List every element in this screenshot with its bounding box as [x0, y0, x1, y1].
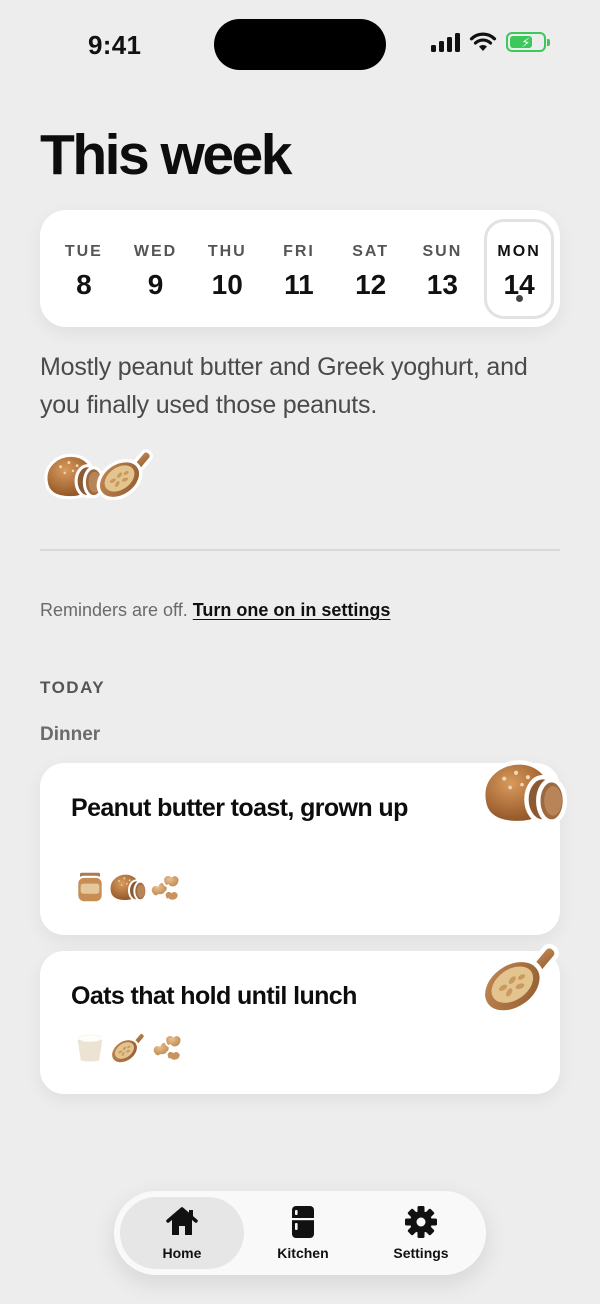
status-icons: ⚡: [431, 32, 550, 52]
tab-label: Home: [162, 1245, 202, 1261]
meal-title: Peanut butter toast, grown up: [71, 794, 408, 822]
today-dot-indicator: [515, 294, 523, 302]
today-section-label: TODAY: [40, 678, 106, 697]
cellular-signal-icon: [431, 32, 460, 52]
meal-card-peanut-butter-toast[interactable]: Peanut butter toast, grown up: [40, 763, 560, 935]
status-bar: 9:41 ⚡: [0, 0, 600, 90]
tab-home[interactable]: Home: [120, 1197, 244, 1269]
week-summary-text: Mostly peanut butter and Greek yoghurt, …: [40, 353, 528, 419]
bread-loaf-icon: [476, 755, 568, 829]
day-thu[interactable]: THU 10: [191, 219, 263, 319]
day-number: 10: [211, 268, 243, 300]
day-name: FRI: [283, 242, 315, 260]
day-fri[interactable]: FRI 11: [263, 219, 335, 319]
peanuts-icon: [149, 1030, 185, 1064]
bread-loaf-icon: [107, 870, 147, 904]
tab-settings[interactable]: Settings: [362, 1197, 480, 1269]
day-number: 11: [284, 268, 314, 300]
day-number: 13: [426, 268, 458, 300]
day-number: 12: [355, 268, 387, 300]
day-name: SUN: [422, 242, 463, 260]
day-number: 8: [76, 268, 92, 300]
day-name: SAT: [352, 242, 390, 260]
tab-kitchen[interactable]: Kitchen: [244, 1197, 362, 1269]
ingredient-icons: [73, 867, 183, 907]
status-time: 9:41: [88, 30, 142, 60]
reminder-text: Reminders are off.: [40, 600, 193, 620]
oats-scoop-icon: [92, 445, 158, 501]
wifi-icon: [469, 32, 497, 51]
day-sun[interactable]: SUN 13: [407, 219, 479, 319]
ingredient-icons: [73, 1027, 185, 1067]
meal-card-oats[interactable]: Oats that hold until lunch: [40, 951, 560, 1094]
oats-scoop-icon: [107, 1029, 149, 1065]
bottom-tab-bar: Home Kitchen Settings: [114, 1191, 486, 1275]
divider: [40, 549, 560, 551]
house-icon: [163, 1205, 201, 1239]
day-name: MON: [497, 242, 541, 260]
reminder-notice: Reminders are off. Turn one on in settin…: [40, 600, 390, 621]
peanut-butter-jar-icon: [73, 867, 107, 907]
day-number: 9: [147, 268, 164, 300]
dynamic-island: [214, 19, 386, 70]
meal-title: Oats that hold until lunch: [71, 982, 357, 1010]
day-name: TUE: [64, 242, 103, 260]
meal-type-label: Dinner: [40, 724, 101, 745]
day-sat[interactable]: SAT 12: [335, 219, 407, 319]
oats-scoop-icon: [474, 937, 566, 1017]
day-mon-selected[interactable]: MON 14: [484, 218, 554, 319]
summary-food-icons: [42, 450, 158, 502]
turn-on-reminders-link[interactable]: Turn one on in settings: [193, 600, 391, 620]
peanuts-icon: [147, 870, 183, 904]
week-day-selector: TUE 8 WED 9 THU 10 FRI 11 SAT 12 SUN 13 …: [40, 210, 560, 327]
page-title: This week: [40, 123, 292, 187]
tab-label: Kitchen: [277, 1245, 329, 1261]
fridge-icon: [284, 1205, 322, 1239]
day-wed[interactable]: WED 9: [120, 219, 192, 319]
gear-icon: [402, 1205, 440, 1239]
day-tue[interactable]: TUE 8: [48, 219, 120, 319]
battery-charging-icon: ⚡: [506, 32, 550, 52]
tab-label: Settings: [393, 1245, 449, 1261]
day-name: THU: [207, 242, 247, 260]
day-name: WED: [133, 242, 178, 260]
yoghurt-cup-icon: [73, 1027, 107, 1067]
